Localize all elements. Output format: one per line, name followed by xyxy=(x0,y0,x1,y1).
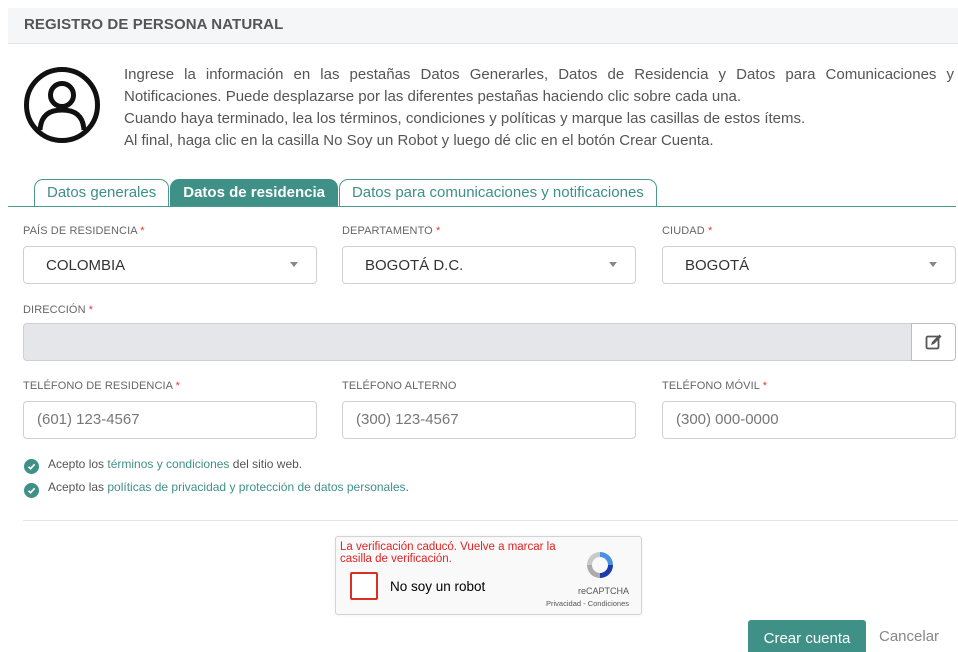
recaptcha-logo-icon xyxy=(587,552,613,578)
departamento-value: BOGOTÁ D.C. xyxy=(365,257,464,274)
recaptcha-links: Privacidad - Condiciones xyxy=(546,599,629,608)
section-divider xyxy=(23,520,958,521)
terms-checkbox[interactable] xyxy=(24,459,39,474)
direccion-field[interactable] xyxy=(23,323,911,361)
tab-bar: Datos generales Datos de residencia Dato… xyxy=(34,179,658,206)
tel-residencia-input[interactable]: (601) 123-4567 xyxy=(23,401,317,439)
tel-alterno-input[interactable]: (300) 123-4567 xyxy=(342,401,636,439)
user-avatar-icon xyxy=(23,66,101,144)
chevron-down-icon xyxy=(609,262,617,267)
check-icon xyxy=(27,463,36,470)
tabs-divider xyxy=(8,206,956,207)
tel-residencia-label: TELÉFONO DE RESIDENCIA * xyxy=(23,380,180,392)
tab-datos-comunicaciones[interactable]: Datos para comunicaciones y notificacion… xyxy=(338,179,657,206)
recaptcha-error: La verificación caducó. Vuelve a marcar … xyxy=(340,541,556,565)
tel-movil-label: TELÉFONO MÓVIL * xyxy=(662,380,767,392)
instructions-line-3: Al final, haga clic en la casilla No Soy… xyxy=(124,132,714,149)
privacy-prefix: Acepto las xyxy=(48,480,108,494)
departamento-select[interactable]: BOGOTÁ D.C. xyxy=(342,246,636,284)
check-icon xyxy=(27,487,36,494)
required-mark: * xyxy=(436,225,441,237)
recaptcha-separator: - xyxy=(581,599,588,608)
ciudad-label: CIUDAD * xyxy=(662,225,712,237)
departamento-label: DEPARTAMENTO * xyxy=(342,225,440,237)
tab-datos-generales[interactable]: Datos generales xyxy=(34,179,170,206)
privacy-link[interactable]: políticas de privacidad y protección de … xyxy=(107,480,405,494)
pais-select[interactable]: COLOMBIA xyxy=(23,246,317,284)
recaptcha-terms-link[interactable]: Condiciones xyxy=(588,599,629,608)
instructions: Ingrese la información en las pestañas D… xyxy=(124,64,954,152)
recaptcha-widget: La verificación caducó. Vuelve a marcar … xyxy=(335,536,642,615)
required-mark: * xyxy=(762,380,768,392)
edit-address-button[interactable] xyxy=(911,323,956,361)
recaptcha-checkbox[interactable] xyxy=(350,572,378,600)
tel-movil-label-text: TELÉFONO MÓVIL xyxy=(662,380,760,392)
instructions-line-1: Ingrese la información en las pestañas D… xyxy=(124,66,954,105)
direccion-label: DIRECCIÓN * xyxy=(23,304,93,316)
privacy-checkbox[interactable] xyxy=(24,483,39,498)
tel-residencia-label-text: TELÉFONO DE RESIDENCIA xyxy=(23,380,173,392)
privacy-suffix: . xyxy=(405,480,409,494)
ciudad-value: BOGOTÁ xyxy=(685,257,750,274)
chevron-down-icon xyxy=(929,262,937,267)
ciudad-label-text: CIUDAD xyxy=(662,225,705,237)
required-mark: * xyxy=(140,225,145,237)
page-title: REGISTRO DE PERSONA NATURAL xyxy=(24,16,284,33)
tel-movil-input[interactable]: (300) 000-0000 xyxy=(662,401,956,439)
create-account-button[interactable]: Crear cuenta xyxy=(748,620,866,652)
required-mark: * xyxy=(707,225,713,237)
page-header: REGISTRO DE PERSONA NATURAL xyxy=(8,8,958,44)
required-mark: * xyxy=(88,304,94,316)
terms-text: Acepto los términos y condiciones del si… xyxy=(48,457,302,471)
ciudad-select[interactable]: BOGOTÁ xyxy=(662,246,956,284)
tel-alterno-label-text: TELÉFONO ALTERNO xyxy=(342,380,457,392)
pais-label: PAÍS DE RESIDENCIA * xyxy=(23,225,145,237)
terms-prefix: Acepto los xyxy=(48,457,108,471)
chevron-down-icon xyxy=(290,262,298,267)
instructions-line-2: Cuando haya terminado, lea los términos,… xyxy=(124,110,806,127)
tel-alterno-label: TELÉFONO ALTERNO xyxy=(342,380,456,392)
cancel-button[interactable]: Cancelar xyxy=(879,628,939,645)
tab-datos-residencia[interactable]: Datos de residencia xyxy=(170,179,338,206)
recaptcha-label: No soy un robot xyxy=(390,579,486,594)
terms-link[interactable]: términos y condiciones xyxy=(107,457,229,471)
privacy-text: Acepto las políticas de privacidad y pro… xyxy=(48,480,409,494)
required-mark: * xyxy=(175,380,181,392)
edit-icon xyxy=(925,334,941,350)
recaptcha-brand: reCAPTCHA xyxy=(577,586,629,596)
pais-value: COLOMBIA xyxy=(46,257,126,274)
terms-suffix: del sitio web. xyxy=(229,457,303,471)
pais-label-text: PAÍS DE RESIDENCIA xyxy=(23,225,138,237)
direccion-label-text: DIRECCIÓN xyxy=(23,304,86,316)
departamento-label-text: DEPARTAMENTO xyxy=(342,225,433,237)
recaptcha-privacy-link[interactable]: Privacidad xyxy=(546,599,581,608)
